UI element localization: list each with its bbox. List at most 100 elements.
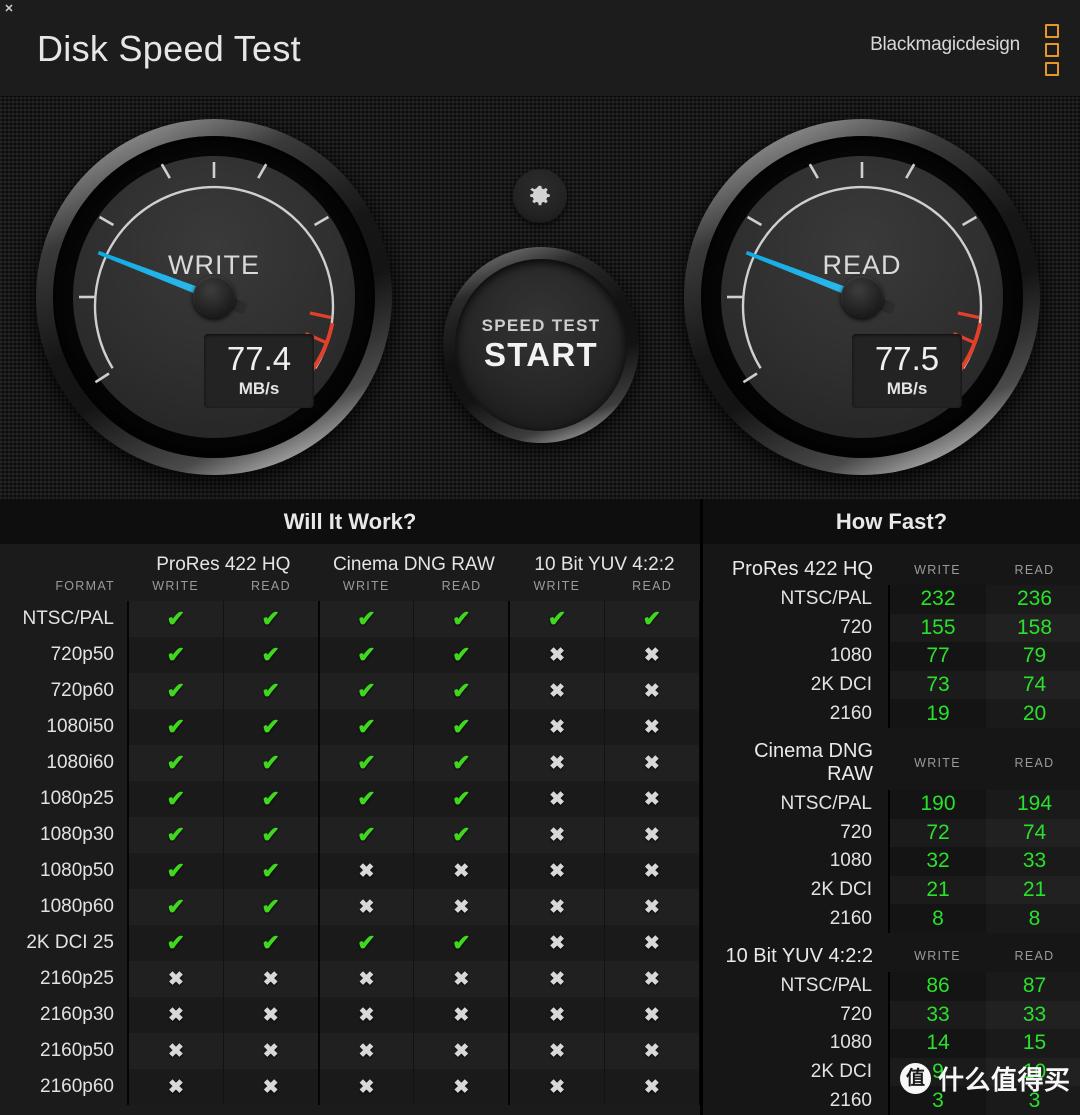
format-label: 1080p25 — [0, 781, 129, 817]
check-icon: ✔ — [261, 930, 280, 955]
table-row: NTSC/PAL 232 236 — [703, 585, 1080, 614]
unsupported-cell: ✖ — [604, 889, 701, 925]
sub-header-write: WRITE — [342, 579, 390, 593]
write-speed-value: 33 — [889, 1000, 986, 1030]
cross-icon: ✖ — [549, 680, 566, 702]
settings-button[interactable] — [513, 169, 567, 223]
table-row: 720p50 ✔ ✔ ✔ ✔ ✖ ✖ — [0, 637, 701, 673]
check-icon: ✔ — [166, 678, 186, 703]
cross-icon: ✖ — [549, 716, 566, 738]
check-icon: ✔ — [357, 786, 376, 811]
write-readout: 77.4 MB/s — [204, 334, 314, 408]
resolution-label: 2160 — [703, 699, 890, 728]
check-icon: ✔ — [452, 750, 471, 775]
supported-cell: ✔ — [128, 709, 224, 745]
read-speed-value: 87 — [986, 971, 1080, 1001]
cross-icon: ✖ — [549, 1004, 566, 1026]
supported-cell: ✔ — [128, 637, 224, 673]
check-icon: ✔ — [357, 678, 376, 703]
cross-icon: ✖ — [358, 1004, 375, 1026]
cross-icon: ✖ — [167, 1040, 184, 1062]
check-icon: ✔ — [166, 606, 186, 631]
cross-icon: ✖ — [262, 1076, 279, 1098]
close-icon[interactable]: ✕ — [0, 0, 18, 18]
watermark-text: 什么值得买 — [938, 1065, 1071, 1095]
format-label: 1080p50 — [0, 853, 129, 889]
resolution-label: 2K DCI — [703, 670, 890, 700]
table-row: 720 155 158 — [703, 613, 1080, 643]
check-icon: ✔ — [261, 606, 280, 631]
cross-icon: ✖ — [453, 1004, 470, 1026]
read-speed-value: 158 — [986, 613, 1080, 643]
read-speed-value: 21 — [986, 875, 1080, 905]
write-speed-value: 8 — [889, 904, 986, 933]
unsupported-cell: ✖ — [318, 853, 415, 889]
unsupported-cell: ✖ — [604, 673, 701, 709]
how-fast-title: How Fast? — [703, 499, 1080, 544]
write-speed-value: 14 — [889, 1029, 986, 1058]
cross-icon: ✖ — [262, 1004, 279, 1026]
check-icon: ✔ — [166, 930, 186, 955]
unsupported-cell: ✖ — [509, 637, 605, 673]
write-speed-value: 32 — [889, 847, 986, 876]
table-row: 1080p30 ✔ ✔ ✔ ✔ ✖ ✖ — [0, 817, 701, 853]
read-speed-value: 15 — [986, 1029, 1080, 1058]
cross-icon: ✖ — [643, 896, 660, 918]
cross-icon: ✖ — [453, 896, 470, 918]
supported-cell: ✔ — [223, 637, 320, 673]
check-icon: ✔ — [166, 858, 186, 883]
cross-icon: ✖ — [643, 1004, 660, 1026]
cross-icon: ✖ — [358, 1040, 375, 1062]
unsupported-cell: ✖ — [604, 925, 701, 961]
supported-cell: ✔ — [223, 781, 320, 817]
check-icon: ✔ — [261, 678, 280, 703]
sub-header-write: WRITE — [914, 755, 961, 770]
format-label: 1080i50 — [0, 709, 129, 745]
format-label: 2160p25 — [0, 961, 129, 997]
unsupported-cell: ✖ — [128, 1033, 224, 1069]
resolution-label: NTSC/PAL — [703, 789, 890, 819]
format-label: 2160p30 — [0, 997, 129, 1033]
supported-cell: ✔ — [318, 673, 415, 709]
unsupported-cell: ✖ — [128, 1069, 224, 1105]
table-row: 2160 19 20 — [703, 699, 1080, 728]
how-fast-section-header: 10 Bit YUV 4:2:2 WRITE READ — [703, 933, 1080, 972]
resolution-label: 2160 — [703, 904, 890, 933]
supported-cell: ✔ — [128, 817, 224, 853]
check-icon: ✔ — [547, 606, 567, 631]
sub-header-read: READ — [632, 579, 673, 593]
unsupported-cell: ✖ — [604, 637, 701, 673]
unsupported-cell: ✖ — [128, 961, 224, 997]
unsupported-cell: ✖ — [509, 1069, 605, 1105]
check-icon: ✔ — [452, 714, 471, 739]
table-row: 720p60 ✔ ✔ ✔ ✔ ✖ ✖ — [0, 673, 701, 709]
table-row: 2K DCI 25 ✔ ✔ ✔ ✔ ✖ ✖ — [0, 925, 701, 961]
supported-cell: ✔ — [223, 745, 320, 781]
sub-header-write: WRITE — [914, 562, 961, 577]
format-label: 1080i60 — [0, 745, 129, 781]
supported-cell: ✔ — [318, 709, 415, 745]
resolution-label: 2K DCI — [703, 875, 890, 905]
codec-group-header-row: ProRes 422 HQ Cinema DNG RAW 10 Bit YUV … — [0, 544, 700, 579]
section-codec-name: ProRes 422 HQ — [731, 558, 873, 580]
write-unit: MB/s — [238, 378, 280, 398]
format-label: 720p50 — [0, 637, 129, 673]
cross-icon: ✖ — [358, 860, 375, 882]
check-icon: ✔ — [357, 822, 376, 847]
unsupported-cell: ✖ — [223, 961, 320, 997]
sub-header-read: READ — [441, 579, 482, 593]
unsupported-cell: ✖ — [604, 1033, 701, 1069]
supported-cell: ✔ — [413, 709, 511, 745]
supported-cell: ✔ — [223, 817, 320, 853]
check-icon: ✔ — [166, 894, 186, 919]
table-row: 1080i50 ✔ ✔ ✔ ✔ ✖ ✖ — [0, 709, 701, 745]
cross-icon: ✖ — [643, 644, 660, 666]
check-icon: ✔ — [452, 822, 471, 847]
unsupported-cell: ✖ — [509, 709, 605, 745]
supported-cell: ✔ — [128, 781, 224, 817]
will-it-work-panel: Will It Work? ProRes 422 HQ Cinema DNG R… — [0, 499, 701, 1115]
speed-test-start-button[interactable]: SPEED TEST START — [443, 247, 639, 443]
sub-header-read: READ — [1014, 562, 1055, 577]
format-label: 2K DCI 25 — [0, 925, 129, 961]
unsupported-cell: ✖ — [604, 853, 701, 889]
